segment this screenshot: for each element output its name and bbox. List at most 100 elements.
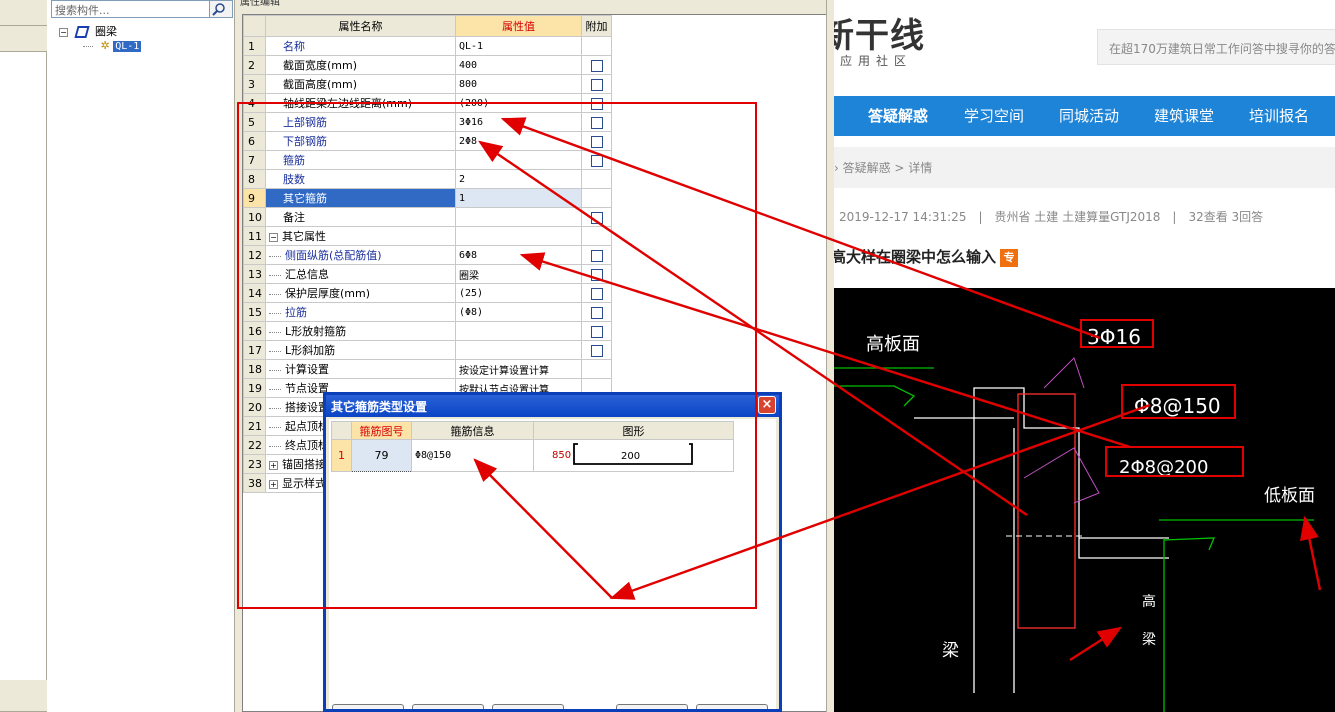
expand-icon[interactable]: +	[269, 479, 278, 489]
tree-root-item[interactable]: − 圈梁	[59, 23, 117, 39]
close-icon[interactable]: ×	[758, 396, 776, 414]
property-value-cell[interactable]	[455, 150, 582, 170]
breadcrumb[interactable]: › 答疑解惑 > 详情	[834, 147, 1335, 188]
property-value-cell[interactable]	[455, 226, 582, 246]
property-value-cell[interactable]: 2Φ8	[455, 131, 582, 151]
property-row[interactable]: 15 拉筋 (Φ8)	[243, 302, 612, 322]
panel-splitter[interactable]	[826, 0, 834, 712]
extra-checkbox[interactable]	[590, 325, 603, 338]
property-name-cell[interactable]: 汇总信息	[265, 264, 456, 284]
property-row[interactable]: 10 备注	[243, 207, 612, 227]
property-value-cell[interactable]: (Φ8)	[455, 302, 582, 322]
property-name-cell[interactable]: 轴线距梁左边线距离(mm)	[265, 93, 456, 113]
property-header-row: 属性名称 属性值 附加	[243, 15, 612, 37]
nav-item-qa[interactable]: 答疑解惑	[868, 96, 928, 136]
property-name-cell[interactable]: L形斜加筋	[265, 340, 456, 360]
property-name-cell[interactable]: 侧面纵筋(总配筋值)	[265, 245, 456, 265]
property-row[interactable]: 7 箍筋	[243, 150, 612, 170]
property-value-cell[interactable]	[455, 207, 582, 227]
cad-label-low-slab: 低板面	[1264, 486, 1315, 506]
property-row[interactable]: 11− 其它属性	[243, 226, 612, 246]
collapse-icon[interactable]: −	[59, 27, 68, 37]
site-logo[interactable]: 新干线	[834, 8, 925, 57]
property-value-cell[interactable]: (25)	[455, 283, 582, 303]
property-extra-cell	[581, 340, 612, 360]
property-name-cell[interactable]: 保护层厚度(mm)	[265, 283, 456, 303]
property-row[interactable]: 17 L形斜加筋	[243, 340, 612, 360]
extra-checkbox[interactable]	[590, 116, 603, 129]
tree-child-item[interactable]: ✲ QL-1	[83, 39, 142, 52]
dialog-button-4[interactable]	[616, 704, 688, 709]
dialog-button-2[interactable]	[412, 704, 484, 709]
extra-checkbox[interactable]	[590, 249, 603, 262]
dialog-button-5[interactable]	[696, 704, 768, 709]
nav-item-training[interactable]: 培训报名	[1249, 96, 1309, 136]
property-name-cell[interactable]: 计算设置	[265, 359, 456, 379]
extra-checkbox[interactable]	[590, 287, 603, 300]
property-row[interactable]: 5 上部钢筋 3Φ16	[243, 112, 612, 132]
site-search-input[interactable]: 在超170万建筑日常工作问答中搜寻你的答案	[1097, 29, 1335, 65]
property-value-cell[interactable]	[455, 321, 582, 341]
property-value-cell[interactable]: 6Φ8	[455, 245, 582, 265]
shape-no-cell[interactable]: 79	[351, 439, 412, 472]
collapse-icon[interactable]: −	[269, 232, 278, 242]
search-icon[interactable]	[209, 0, 233, 18]
extra-checkbox[interactable]	[590, 59, 603, 72]
extra-checkbox[interactable]	[590, 268, 603, 281]
nav-item-learning[interactable]: 学习空间	[964, 96, 1024, 136]
extra-checkbox[interactable]	[590, 135, 603, 148]
extra-checkbox[interactable]	[590, 97, 603, 110]
nav-item-events[interactable]: 同城活动	[1059, 96, 1119, 136]
property-value-cell[interactable]: 按设定计算设置计算	[455, 359, 582, 379]
property-row[interactable]: 4 轴线距梁左边线距离(mm) (200)	[243, 93, 612, 113]
property-row[interactable]: 6 下部钢筋 2Φ8	[243, 131, 612, 151]
left-panel-tab[interactable]	[0, 26, 47, 52]
property-name-cell[interactable]: 截面高度(mm)	[265, 74, 456, 94]
nav-item-classroom[interactable]: 建筑课堂	[1154, 96, 1214, 136]
stirrup-info-cell[interactable]: Φ8@150	[411, 439, 534, 472]
property-name-cell[interactable]: 肢数	[265, 169, 456, 189]
property-row[interactable]: 9 其它箍筋 1	[243, 188, 612, 208]
property-editor-tab[interactable]: 属性编辑	[240, 0, 305, 8]
property-name-cell[interactable]: 截面宽度(mm)	[265, 55, 456, 75]
property-row[interactable]: 1 名称 QL-1	[243, 36, 612, 56]
property-value-cell[interactable]: (200)	[455, 93, 582, 113]
property-row[interactable]: 14 保护层厚度(mm) (25)	[243, 283, 612, 303]
expand-icon[interactable]: +	[269, 460, 278, 470]
property-value-cell[interactable]: 400	[455, 55, 582, 75]
property-value-cell[interactable]	[455, 340, 582, 360]
property-name-cell[interactable]: 拉筋	[265, 302, 456, 322]
figure-cell[interactable]: 850 200	[533, 439, 734, 472]
dialog-title-bar[interactable]: 其它箍筋类型设置 ×	[326, 395, 779, 417]
property-value-cell[interactable]: QL-1	[455, 36, 582, 56]
property-name-cell[interactable]: 上部钢筋	[265, 112, 456, 132]
property-name-cell[interactable]: 下部钢筋	[265, 131, 456, 151]
property-value-cell[interactable]: 圈梁	[455, 264, 582, 284]
component-search-input[interactable]: 搜索构件...	[51, 0, 233, 18]
property-name-cell[interactable]: − 其它属性	[265, 226, 456, 246]
stirrup-row[interactable]: 1 79 Φ8@150 850 200	[331, 439, 734, 472]
property-value-cell[interactable]: 800	[455, 74, 582, 94]
dialog-button-1[interactable]	[332, 704, 404, 709]
property-row[interactable]: 12 侧面纵筋(总配筋值) 6Φ8	[243, 245, 612, 265]
extra-checkbox[interactable]	[590, 344, 603, 357]
extra-checkbox[interactable]	[590, 78, 603, 91]
property-name-cell[interactable]: 名称	[265, 36, 456, 56]
extra-checkbox[interactable]	[590, 211, 603, 224]
extra-checkbox[interactable]	[590, 306, 603, 319]
property-name-cell[interactable]: L形放射箍筋	[265, 321, 456, 341]
property-name-cell[interactable]: 备注	[265, 207, 456, 227]
property-row[interactable]: 13 汇总信息 圈梁	[243, 264, 612, 284]
property-name-cell[interactable]: 箍筋	[265, 150, 456, 170]
dialog-button-3[interactable]	[492, 704, 564, 709]
property-row[interactable]: 8 肢数 2	[243, 169, 612, 189]
extra-checkbox[interactable]	[590, 154, 603, 167]
property-row[interactable]: 16 L形放射箍筋	[243, 321, 612, 341]
property-value-cell[interactable]: 2	[455, 169, 582, 189]
property-name-cell[interactable]: 其它箍筋	[265, 188, 456, 208]
property-value-cell[interactable]: 1	[455, 188, 582, 208]
property-row[interactable]: 2 截面宽度(mm) 400	[243, 55, 612, 75]
property-row[interactable]: 18 计算设置 按设定计算设置计算	[243, 359, 612, 379]
property-value-cell[interactable]: 3Φ16	[455, 112, 582, 132]
property-row[interactable]: 3 截面高度(mm) 800	[243, 74, 612, 94]
